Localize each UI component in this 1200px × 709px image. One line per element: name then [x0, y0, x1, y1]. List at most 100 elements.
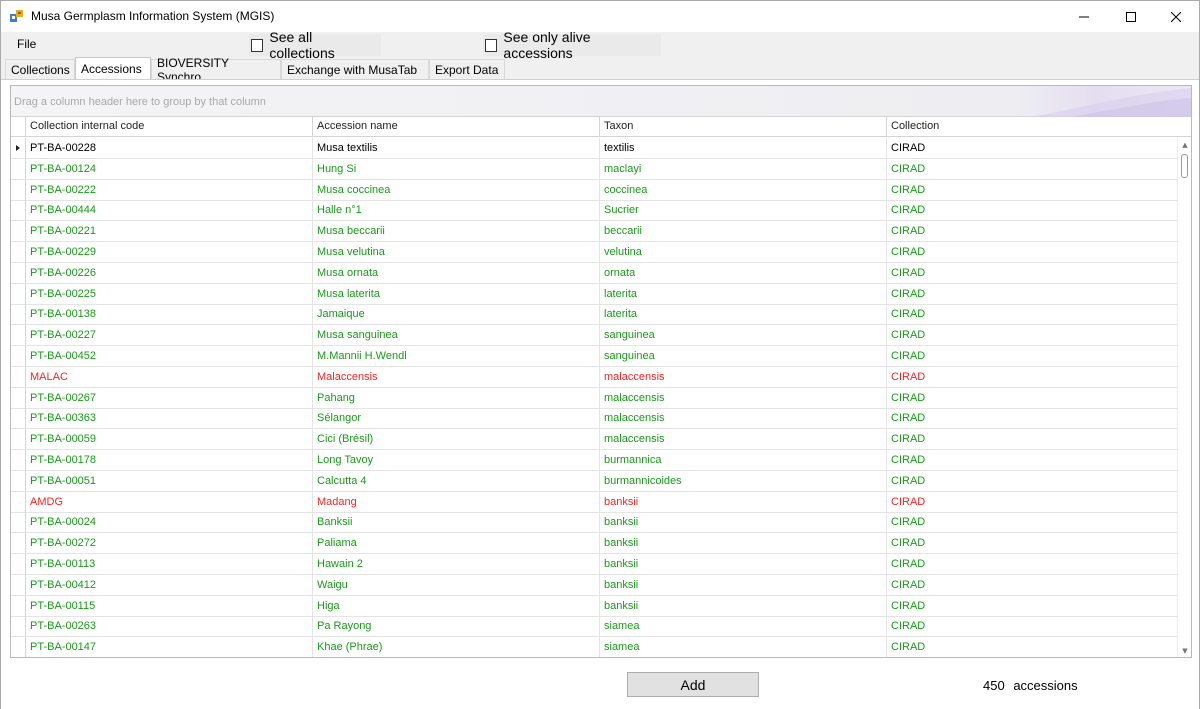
cell-collection[interactable]: CIRAD: [887, 388, 1177, 408]
cell-collection[interactable]: CIRAD: [887, 304, 1177, 324]
row-indicator-cell[interactable]: [11, 387, 26, 408]
cell-taxon[interactable]: banksii: [600, 574, 887, 595]
cell-code[interactable]: PT-BA-00059: [26, 429, 313, 450]
cell-code[interactable]: PT-BA-00147: [26, 637, 313, 657]
column-header-collection[interactable]: Collection: [887, 117, 1177, 137]
cell-code[interactable]: MALAC: [26, 366, 313, 387]
table-row[interactable]: PT-BA-00228 Musa textilis textilis CIRAD: [11, 138, 1177, 159]
cell-accession-name[interactable]: Cici (Brésil): [313, 429, 600, 450]
tab-export-data[interactable]: Export Data: [429, 59, 505, 79]
cell-accession-name[interactable]: Musa textilis: [313, 138, 600, 158]
cell-taxon[interactable]: burmannicoides: [600, 470, 887, 491]
tab-collections[interactable]: Collections: [5, 59, 75, 79]
cell-collection[interactable]: CIRAD: [887, 450, 1177, 470]
column-header-code[interactable]: Collection internal code: [26, 117, 313, 137]
group-by-panel[interactable]: Drag a column header here to group by th…: [11, 86, 1191, 117]
table-row[interactable]: PT-BA-00229 Musa velutina velutina CIRAD: [11, 242, 1177, 263]
cell-accession-name[interactable]: Higa: [313, 595, 600, 616]
maximize-button[interactable]: [1108, 1, 1154, 32]
table-row[interactable]: PT-BA-00147 Khae (Phrae) siamea CIRAD: [11, 637, 1177, 657]
cell-accession-name[interactable]: Pahang: [313, 387, 600, 408]
cell-accession-name[interactable]: M.Mannii H.Wendl: [313, 346, 600, 366]
cell-collection[interactable]: CIRAD: [887, 575, 1177, 595]
cell-taxon[interactable]: siamea: [600, 637, 887, 657]
row-indicator-cell[interactable]: [11, 470, 26, 491]
cell-collection[interactable]: CIRAD: [887, 138, 1177, 158]
table-row[interactable]: PT-BA-00222 Musa coccinea coccinea CIRAD: [11, 179, 1177, 201]
row-indicator-cell[interactable]: [11, 325, 26, 346]
vertical-scrollbar[interactable]: ▲ ▼: [1177, 138, 1191, 657]
table-row[interactable]: PT-BA-00267 Pahang malaccensis CIRAD: [11, 387, 1177, 409]
cell-code[interactable]: PT-BA-00113: [26, 554, 313, 574]
row-indicator-cell[interactable]: [11, 533, 26, 554]
scrollbar-thumb[interactable]: [1181, 154, 1188, 178]
table-row[interactable]: PT-BA-00226 Musa ornata ornata CIRAD: [11, 262, 1177, 284]
cell-collection[interactable]: CIRAD: [887, 263, 1177, 283]
cell-taxon[interactable]: malaccensis: [600, 408, 887, 429]
cell-collection[interactable]: CIRAD: [887, 616, 1177, 636]
cell-accession-name[interactable]: Calcutta 4: [313, 470, 600, 491]
table-row[interactable]: PT-BA-00227 Musa sanguinea sanguinea CIRAD: [11, 325, 1177, 347]
cell-accession-name[interactable]: Paliama: [313, 533, 600, 554]
cell-accession-name[interactable]: Halle n°1: [313, 200, 600, 221]
cell-taxon[interactable]: sanguinea: [600, 346, 887, 366]
cell-taxon[interactable]: Sucrier: [600, 200, 887, 221]
cell-accession-name[interactable]: Hawain 2: [313, 554, 600, 574]
cell-code[interactable]: PT-BA-00444: [26, 200, 313, 221]
row-indicator-cell[interactable]: [11, 450, 26, 470]
cell-taxon[interactable]: malaccensis: [600, 429, 887, 450]
cell-code[interactable]: PT-BA-00221: [26, 221, 313, 242]
cell-accession-name[interactable]: Waigu: [313, 574, 600, 595]
table-row[interactable]: PT-BA-00263 Pa Rayong siamea CIRAD: [11, 616, 1177, 638]
cell-accession-name[interactable]: Long Tavoy: [313, 450, 600, 470]
menu-file[interactable]: File: [17, 37, 36, 51]
scroll-down-icon[interactable]: ▼: [1178, 644, 1191, 657]
cell-accession-name[interactable]: Sélangor: [313, 408, 600, 429]
row-indicator-cell[interactable]: [11, 346, 26, 366]
cell-accession-name[interactable]: Banksii: [313, 512, 600, 533]
cell-code[interactable]: PT-BA-00263: [26, 616, 313, 637]
row-indicator-cell[interactable]: [11, 512, 26, 533]
minimize-button[interactable]: [1061, 1, 1107, 32]
cell-accession-name[interactable]: Musa coccinea: [313, 179, 600, 200]
cell-taxon[interactable]: banksii: [600, 491, 887, 512]
table-row[interactable]: PT-BA-00221 Musa beccarii beccarii CIRAD: [11, 221, 1177, 243]
row-indicator-cell[interactable]: [11, 304, 26, 325]
cell-code[interactable]: PT-BA-00225: [26, 283, 313, 304]
table-row[interactable]: PT-BA-00225 Musa laterita laterita CIRAD: [11, 283, 1177, 305]
cell-taxon[interactable]: malaccensis: [600, 387, 887, 408]
cell-accession-name[interactable]: Musa ornata: [313, 262, 600, 283]
cell-taxon[interactable]: sanguinea: [600, 325, 887, 346]
cell-accession-name[interactable]: Musa beccarii: [313, 221, 600, 242]
cell-taxon[interactable]: ornata: [600, 262, 887, 283]
tab-bioversity-synchro[interactable]: BIOVERSITY Synchro: [151, 56, 281, 84]
cell-collection[interactable]: CIRAD: [887, 325, 1177, 345]
table-row[interactable]: PT-BA-00124 Hung Si maclayi CIRAD: [11, 158, 1177, 180]
cell-collection[interactable]: CIRAD: [887, 512, 1177, 532]
table-row[interactable]: PT-BA-00138 Jamaique laterita CIRAD: [11, 304, 1177, 326]
cell-code[interactable]: PT-BA-00024: [26, 512, 313, 533]
row-indicator-cell[interactable]: [11, 595, 26, 616]
cell-accession-name[interactable]: Musa laterita: [313, 283, 600, 304]
table-row[interactable]: MALAC Malaccensis malaccensis CIRAD: [11, 366, 1177, 388]
cell-taxon[interactable]: malaccensis: [600, 366, 887, 387]
cell-taxon[interactable]: banksii: [600, 512, 887, 533]
cell-taxon[interactable]: maclayi: [600, 158, 887, 179]
row-indicator-cell[interactable]: [11, 200, 26, 221]
row-indicator-cell[interactable]: [11, 554, 26, 574]
row-indicator-cell[interactable]: [11, 616, 26, 637]
cell-code[interactable]: PT-BA-00227: [26, 325, 313, 346]
cell-collection[interactable]: CIRAD: [887, 221, 1177, 241]
accessions-grid[interactable]: Drag a column header here to group by th…: [10, 85, 1192, 658]
row-indicator-cell[interactable]: [11, 574, 26, 595]
row-indicator-cell[interactable]: [11, 138, 26, 158]
add-button[interactable]: Add: [627, 672, 759, 697]
cell-collection[interactable]: CIRAD: [887, 596, 1177, 616]
row-indicator-cell[interactable]: [11, 242, 26, 262]
column-header-name[interactable]: Accession name: [313, 117, 600, 137]
cell-collection[interactable]: CIRAD: [887, 180, 1177, 200]
cell-taxon[interactable]: laterita: [600, 304, 887, 325]
cell-accession-name[interactable]: Hung Si: [313, 158, 600, 179]
row-indicator-cell[interactable]: [11, 366, 26, 387]
cell-collection[interactable]: CIRAD: [887, 429, 1177, 449]
